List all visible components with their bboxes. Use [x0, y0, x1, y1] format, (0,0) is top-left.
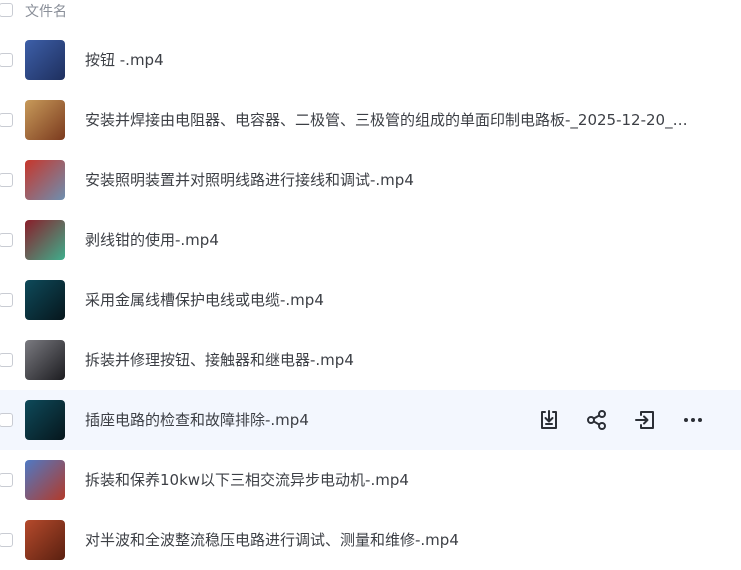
row-checkbox[interactable] — [0, 413, 13, 427]
file-name[interactable]: 安装并焊接由电阻器、电容器、二极管、三极管的组成的单面印制电路板-_2025-1… — [85, 110, 695, 130]
file-name[interactable]: 按钮 -.mp4 — [85, 50, 164, 70]
video-thumbnail[interactable] — [25, 460, 65, 500]
file-row[interactable]: 安装并焊接由电阻器、电容器、二极管、三极管的组成的单面印制电路板-_2025-1… — [0, 90, 741, 150]
move-icon[interactable] — [632, 408, 658, 432]
row-checkbox[interactable] — [0, 173, 13, 187]
video-thumbnail[interactable] — [25, 280, 65, 320]
download-icon[interactable] — [536, 408, 562, 432]
column-header-filename: 文件名 — [25, 4, 67, 20]
row-checkbox[interactable] — [0, 113, 13, 127]
video-thumbnail[interactable] — [25, 340, 65, 380]
file-name[interactable]: 拆装和保养10kw以下三相交流异步电动机-.mp4 — [85, 470, 409, 490]
file-row[interactable]: 采用金属线槽保护电线或电缆-.mp4 — [0, 270, 741, 330]
row-checkbox[interactable] — [0, 53, 13, 67]
file-row[interactable]: 拆装并修理按钮、接触器和继电器-.mp4 — [0, 330, 741, 390]
file-row[interactable]: 对半波和全波整流稳压电路进行调试、测量和维修-.mp4 — [0, 510, 741, 570]
file-name[interactable]: 安装照明装置并对照明线路进行接线和调试-.mp4 — [85, 170, 414, 190]
row-checkbox[interactable] — [0, 473, 13, 487]
video-thumbnail[interactable] — [25, 520, 65, 560]
file-name[interactable]: 拆装并修理按钮、接触器和继电器-.mp4 — [85, 350, 354, 370]
file-list-header: 文件名 — [0, 0, 741, 22]
file-row[interactable]: 拆装和保养10kw以下三相交流异步电动机-.mp4 — [0, 450, 741, 510]
video-thumbnail[interactable] — [25, 160, 65, 200]
row-checkbox[interactable] — [0, 233, 13, 247]
video-thumbnail[interactable] — [25, 40, 65, 80]
row-checkbox[interactable] — [0, 353, 13, 367]
video-thumbnail[interactable] — [25, 220, 65, 260]
file-row[interactable]: 按钮 -.mp4 — [0, 30, 741, 90]
more-icon[interactable] — [680, 408, 706, 432]
file-list: 按钮 -.mp4 安装并焊接由电阻器、电容器、二极管、三极管的组成的单面印制电路… — [0, 30, 741, 570]
row-checkbox[interactable] — [0, 533, 13, 547]
select-all-checkbox[interactable] — [0, 3, 13, 17]
row-actions — [536, 408, 706, 432]
video-thumbnail[interactable] — [25, 400, 65, 440]
file-name[interactable]: 剥线钳的使用-.mp4 — [85, 230, 219, 250]
row-checkbox[interactable] — [0, 293, 13, 307]
file-row[interactable]: 剥线钳的使用-.mp4 — [0, 210, 741, 270]
video-thumbnail[interactable] — [25, 100, 65, 140]
share-icon[interactable] — [584, 408, 610, 432]
file-row[interactable]: 插座电路的检查和故障排除-.mp4 — [0, 390, 741, 450]
file-row[interactable]: 安装照明装置并对照明线路进行接线和调试-.mp4 — [0, 150, 741, 210]
file-name[interactable]: 采用金属线槽保护电线或电缆-.mp4 — [85, 290, 324, 310]
file-name[interactable]: 插座电路的检查和故障排除-.mp4 — [85, 410, 309, 430]
file-name[interactable]: 对半波和全波整流稳压电路进行调试、测量和维修-.mp4 — [85, 530, 459, 550]
